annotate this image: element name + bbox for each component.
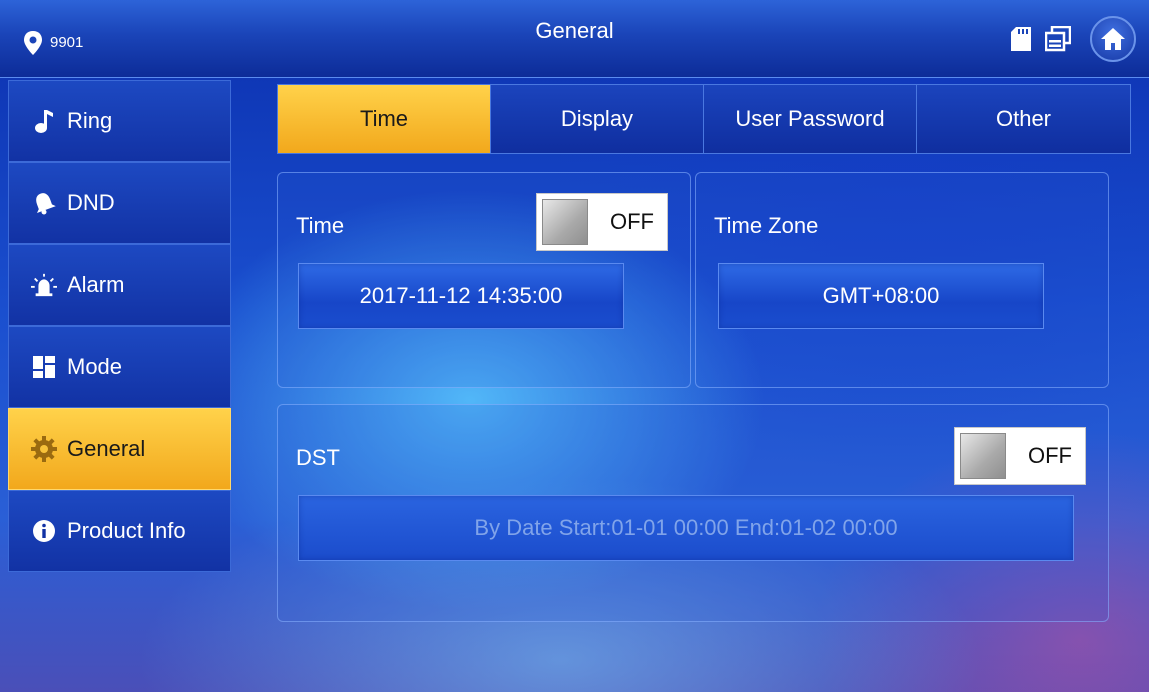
gear-icon (31, 436, 57, 462)
grid-icon (31, 354, 57, 380)
sidebar-item-product-info[interactable]: Product Info (8, 490, 231, 572)
sidebar-item-label: Mode (67, 354, 123, 379)
toggle-knob (960, 433, 1006, 479)
header-bar: 9901 General (0, 0, 1149, 78)
timezone-value-button[interactable]: GMT+08:00 (718, 263, 1044, 329)
dst-panel: DST OFF By Date Start:01-01 00:00 End:01… (277, 404, 1109, 622)
sidebar-item-label: Ring (67, 108, 113, 133)
dst-toggle[interactable]: OFF (954, 427, 1086, 485)
time-toggle[interactable]: OFF (536, 193, 668, 251)
page-title: General (535, 18, 614, 43)
toggle-knob (542, 199, 588, 245)
time-value-button[interactable]: 2017-11-12 14:35:00 (298, 263, 624, 329)
dst-value-button: By Date Start:01-01 00:00 End:01-02 00:0… (298, 495, 1074, 561)
timezone-panel: Time Zone GMT+08:00 (695, 172, 1109, 388)
sidebar-item-dnd[interactable]: DND (8, 162, 231, 244)
tab-time[interactable]: Time (278, 85, 491, 153)
sidebar-item-label: DND (67, 190, 115, 215)
sidebar-item-label: General (67, 436, 146, 461)
windows-icon[interactable] (1045, 26, 1071, 52)
tab-other[interactable]: Other (917, 85, 1130, 153)
info-icon (31, 518, 57, 544)
tab-bar: Time Display User Password Other (277, 84, 1131, 154)
tab-display[interactable]: Display (491, 85, 704, 153)
sd-card-icon (1011, 27, 1031, 51)
dst-label: DST (296, 445, 340, 470)
sidebar-item-ring[interactable]: Ring (8, 80, 231, 162)
screen: 9901 General Ring DND Alarm Mode General… (0, 0, 1149, 692)
music-note-icon (31, 108, 57, 134)
bell-icon (31, 190, 57, 216)
tab-user-password[interactable]: User Password (704, 85, 917, 153)
home-icon (1101, 28, 1125, 50)
sidebar-item-label: Alarm (67, 272, 125, 297)
home-button[interactable] (1090, 16, 1136, 62)
time-label: Time (296, 213, 345, 238)
sidebar-item-general[interactable]: General (8, 408, 231, 490)
timezone-label: Time Zone (714, 213, 819, 238)
alarm-light-icon (31, 272, 57, 298)
time-panel: Time OFF 2017-11-12 14:35:00 (277, 172, 691, 388)
toggle-state: OFF (610, 209, 654, 234)
toggle-state: OFF (1028, 443, 1072, 468)
sidebar-item-alarm[interactable]: Alarm (8, 244, 231, 326)
sidebar-item-mode[interactable]: Mode (8, 326, 231, 408)
sidebar-item-label: Product Info (67, 518, 186, 543)
